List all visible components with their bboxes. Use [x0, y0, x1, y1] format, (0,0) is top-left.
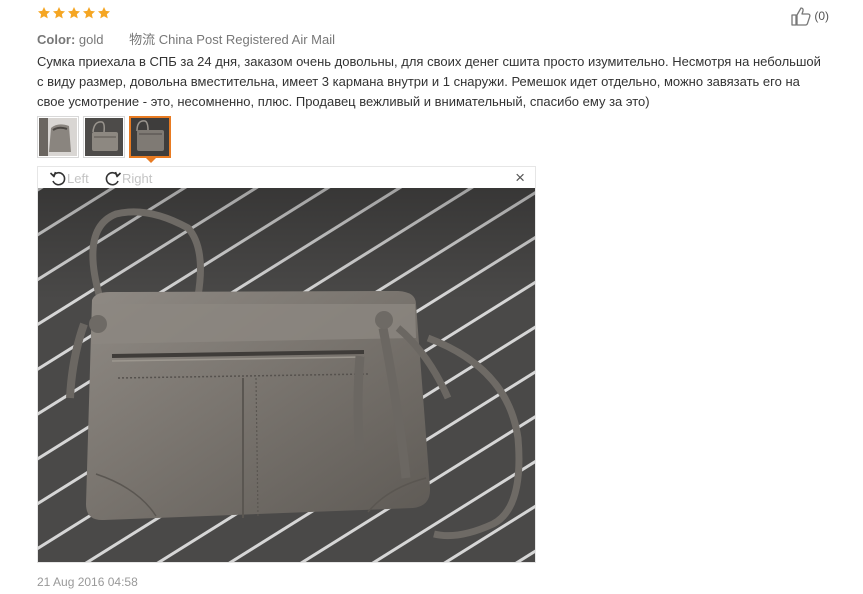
rotate-right-label: Right [122, 170, 153, 186]
thumbnail-image [131, 118, 169, 156]
thumbnail-image [39, 118, 77, 156]
photo-thumbnails [37, 116, 171, 158]
photo-viewer: Left Right × [37, 166, 536, 563]
close-icon[interactable]: × [515, 168, 525, 188]
thumbs-up-icon [790, 6, 812, 26]
rotate-left-label: Left [67, 170, 89, 186]
rotate-left-button[interactable]: Left [49, 169, 89, 187]
star-icon [37, 7, 51, 19]
rotate-right-icon [104, 169, 122, 187]
thumbnail-photo-2[interactable] [83, 116, 125, 158]
review-photo [38, 188, 535, 562]
helpful-button[interactable]: (0) [790, 6, 829, 26]
star-icon [52, 7, 66, 19]
star-rating [37, 6, 111, 20]
rotate-left-icon [49, 169, 67, 187]
review-text: Сумка приехала в СПБ за 24 дня, заказом … [37, 54, 821, 109]
star-icon [97, 7, 111, 19]
viewer-toolbar: Left Right × [38, 167, 535, 188]
color-label: Color: [37, 32, 76, 47]
helpful-count: (0) [814, 9, 829, 23]
review-meta: Color: gold 物流 China Post Registered Air… [37, 29, 335, 48]
star-icon [82, 7, 96, 19]
shipping-method: 物流 China Post Registered Air Mail [129, 32, 336, 47]
thumbnail-image [85, 118, 123, 156]
review-date: 21 Aug 2016 04:58 [37, 575, 138, 589]
active-thumbnail-indicator [144, 156, 158, 163]
rotate-right-button[interactable]: Right [104, 169, 152, 187]
thumbnail-photo-3[interactable] [129, 116, 171, 158]
star-icon [67, 7, 81, 19]
color-value: gold [78, 32, 104, 47]
thumbnail-photo-1[interactable] [37, 116, 79, 158]
